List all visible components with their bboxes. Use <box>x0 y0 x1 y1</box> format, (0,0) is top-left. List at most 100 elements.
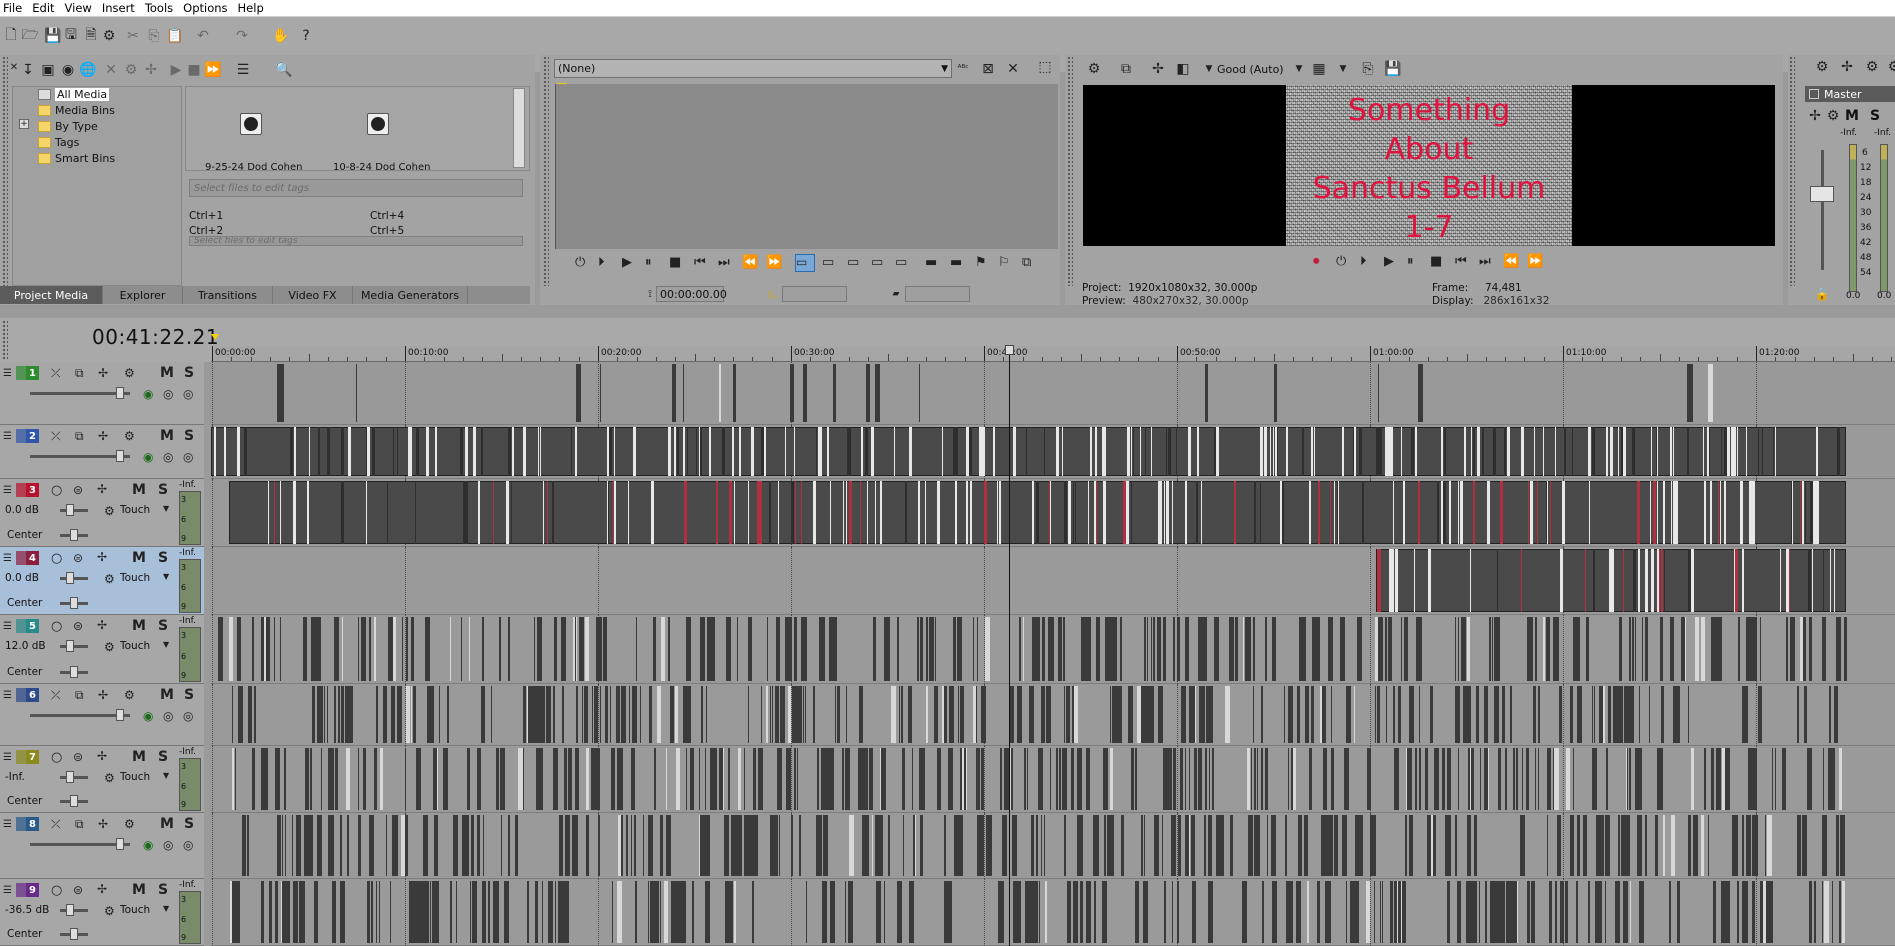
media-event[interactable] <box>1611 549 1615 612</box>
media-event[interactable] <box>282 815 284 876</box>
media-event[interactable] <box>1185 617 1190 681</box>
media-event[interactable] <box>493 481 495 544</box>
media-event[interactable] <box>385 815 387 876</box>
media-event[interactable] <box>1308 481 1311 544</box>
media-event[interactable] <box>761 427 765 476</box>
media-event[interactable] <box>243 427 247 476</box>
media-event[interactable] <box>630 815 632 876</box>
media-event[interactable] <box>1760 617 1762 681</box>
stop-icon[interactable]: ■ <box>669 255 681 270</box>
media-event[interactable] <box>760 686 762 743</box>
media-event[interactable] <box>820 617 826 681</box>
media-event[interactable] <box>1716 748 1722 810</box>
track-motion-icon[interactable]: ⧉ <box>75 688 84 703</box>
media-event[interactable] <box>973 686 977 743</box>
media-event[interactable] <box>627 481 629 544</box>
media-event[interactable] <box>465 427 468 476</box>
media-event[interactable] <box>1601 815 1605 876</box>
media-event[interactable] <box>285 815 287 876</box>
media-event[interactable] <box>1723 881 1726 943</box>
volume-slider[interactable] <box>66 640 74 652</box>
media-event[interactable] <box>676 427 679 476</box>
media-event[interactable] <box>575 617 577 681</box>
media-event[interactable] <box>1661 686 1665 743</box>
media-event[interactable] <box>1447 748 1451 810</box>
media-event[interactable] <box>1516 881 1518 943</box>
media-event[interactable] <box>553 748 559 810</box>
media-event[interactable] <box>1358 427 1362 476</box>
media-event[interactable] <box>747 686 749 743</box>
tab-video-fx[interactable]: Video FX <box>273 286 353 304</box>
media-event[interactable] <box>1185 748 1187 810</box>
opacity-slider[interactable] <box>116 838 124 850</box>
media-event[interactable] <box>1140 815 1143 876</box>
media-event[interactable] <box>1407 748 1413 810</box>
stop-icon[interactable]: ■ <box>186 62 202 78</box>
media-event[interactable] <box>615 686 620 743</box>
media-event[interactable] <box>1253 617 1256 681</box>
media-event[interactable] <box>1039 881 1041 943</box>
media-event[interactable] <box>570 427 572 476</box>
volume-slider[interactable] <box>66 504 74 516</box>
media-event[interactable] <box>881 748 885 810</box>
media-event[interactable] <box>290 427 294 476</box>
media-event[interactable] <box>1532 686 1536 743</box>
media-event[interactable] <box>609 427 613 476</box>
media-event[interactable] <box>724 881 729 943</box>
media-event[interactable] <box>635 881 638 943</box>
media-event[interactable] <box>836 686 840 743</box>
media-event[interactable] <box>699 748 701 810</box>
media-event[interactable] <box>1458 481 1460 544</box>
media-event[interactable] <box>1074 686 1079 743</box>
media-event[interactable] <box>512 427 515 476</box>
media-event[interactable] <box>1645 815 1648 876</box>
media-event[interactable] <box>503 881 509 943</box>
media-event[interactable] <box>1388 617 1393 681</box>
media-event[interactable] <box>846 686 848 743</box>
media-event[interactable] <box>274 748 280 810</box>
media-event[interactable] <box>1521 748 1523 810</box>
media-event[interactable] <box>1462 617 1467 681</box>
media-event[interactable] <box>1104 617 1110 681</box>
media-event[interactable] <box>675 881 679 943</box>
media-event[interactable] <box>1742 549 1745 612</box>
media-event[interactable] <box>766 686 769 743</box>
menu-help[interactable]: Help <box>235 1 271 15</box>
compositing-mode-icon[interactable]: ◉ <box>143 387 153 401</box>
media-event[interactable] <box>1835 815 1839 876</box>
media-event[interactable] <box>1418 748 1421 810</box>
media-event[interactable] <box>944 686 947 743</box>
track-collapse-icon[interactable]: ☰ <box>3 690 12 701</box>
media-event[interactable] <box>976 617 978 681</box>
media-event[interactable] <box>919 748 922 810</box>
media-event[interactable] <box>552 686 555 743</box>
media-event[interactable] <box>1460 617 1462 681</box>
next-frame-icon[interactable]: ⏩ <box>1527 254 1543 269</box>
automation-mode[interactable]: Touch <box>120 572 150 584</box>
media-event[interactable] <box>1102 481 1106 544</box>
pan-value[interactable]: Center <box>7 666 42 678</box>
media-event[interactable] <box>1812 549 1814 612</box>
track-lane-5[interactable] <box>211 615 1895 684</box>
media-event[interactable] <box>265 617 270 681</box>
media-event[interactable] <box>1055 748 1058 810</box>
media-event[interactable] <box>1195 881 1197 943</box>
media-event[interactable] <box>586 815 590 876</box>
media-event[interactable] <box>472 427 476 476</box>
media-event[interactable] <box>864 427 868 476</box>
media-event[interactable] <box>1259 481 1261 544</box>
media-event[interactable] <box>595 748 601 810</box>
media-event[interactable] <box>1248 815 1254 876</box>
media-event[interactable] <box>1041 617 1045 681</box>
media-event[interactable] <box>1619 815 1621 876</box>
media-event[interactable] <box>1166 427 1168 476</box>
media-event[interactable] <box>1834 549 1836 612</box>
media-event[interactable] <box>1745 815 1751 876</box>
media-event[interactable] <box>611 748 614 810</box>
media-event[interactable] <box>1075 481 1077 544</box>
media-event[interactable] <box>561 617 567 681</box>
media-event[interactable] <box>1526 881 1529 943</box>
media-event[interactable] <box>1318 481 1321 544</box>
media-event[interactable] <box>477 481 480 544</box>
media-event[interactable] <box>975 748 980 810</box>
